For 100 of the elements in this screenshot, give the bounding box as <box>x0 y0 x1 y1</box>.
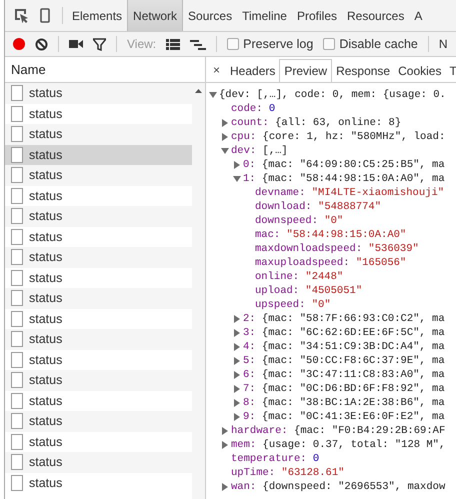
panel-tab[interactable]: A <box>409 0 428 31</box>
expand-icon[interactable] <box>233 329 241 337</box>
json-entry[interactable]: cpu: {core: 1, hz: "580MHz", load: <box>231 130 446 144</box>
json-entry: downspeed: "0" <box>255 214 344 228</box>
json-entry[interactable]: 4: {mac: "34:51:C9:3B:DC:A4", ma <box>243 340 445 354</box>
expand-icon[interactable] <box>233 371 241 379</box>
expand-icon[interactable] <box>221 133 229 141</box>
checkbox-label: Disable cache <box>339 37 418 51</box>
scroll-up-icon[interactable] <box>195 89 202 93</box>
request-row[interactable]: status <box>5 390 192 411</box>
file-icon <box>11 413 23 430</box>
expand-icon[interactable] <box>233 399 241 407</box>
json-entry[interactable]: 8: {mac: "38:BC:1A:2E:38:B6", ma <box>243 396 445 410</box>
checkbox[interactable] <box>227 38 240 50</box>
request-row[interactable]: status <box>5 247 192 268</box>
expand-icon[interactable] <box>233 343 241 351</box>
close-button[interactable]: × <box>206 57 226 82</box>
collapse-icon[interactable] <box>221 147 229 155</box>
json-entry: code: 0 <box>231 102 276 116</box>
file-icon <box>11 372 23 388</box>
camera-icon[interactable] <box>69 39 83 49</box>
json-entry[interactable]: 6: {mac: "3C:47:11:C8:83:A0", ma <box>243 368 445 382</box>
request-row[interactable]: status <box>5 288 192 308</box>
file-icon <box>11 331 23 348</box>
file-icon <box>11 434 23 450</box>
request-row[interactable]: status <box>5 411 192 432</box>
expand-icon[interactable] <box>221 441 229 449</box>
json-entry[interactable]: 3: {mac: "6C:62:6D:EE:6F:5C", ma <box>243 326 445 340</box>
expand-icon[interactable] <box>233 357 241 365</box>
clear-icon[interactable] <box>35 38 48 50</box>
panel-tab[interactable]: Network <box>127 0 184 31</box>
request-row[interactable]: status <box>5 226 192 247</box>
request-row[interactable]: status <box>5 165 192 186</box>
json-entry: download: "54888774" <box>255 200 382 214</box>
file-icon <box>11 310 23 327</box>
json-entry: mac: "58:44:98:15:0A:A0" <box>255 228 406 242</box>
panel-tab[interactable]: Resources <box>342 0 410 31</box>
request-row[interactable]: status <box>5 268 192 288</box>
request-row[interactable]: status <box>5 370 192 390</box>
json-entry[interactable]: mem: {usage: 0.37, total: "128 M", <box>231 438 446 452</box>
request-row[interactable]: status <box>5 452 192 472</box>
collapse-icon[interactable] <box>209 91 217 99</box>
request-row[interactable]: status <box>5 432 192 452</box>
json-entry[interactable]: 7: {mac: "0C:D6:BD:6F:F8:92", ma <box>243 382 445 396</box>
panel-tab[interactable]: Timeline <box>237 0 292 31</box>
json-entry[interactable]: hardware: {mac: "F0:B4:29:2B:69:AF <box>231 424 446 438</box>
checkbox[interactable] <box>323 38 336 50</box>
json-entry[interactable]: 1: {mac: "58:44:98:15:0A:A0", ma <box>243 172 445 186</box>
collapse-icon[interactable] <box>233 175 241 183</box>
waterfall-icon[interactable] <box>190 38 206 50</box>
json-entry: devname: "MI4LTE-xiaomishouji" <box>255 186 444 200</box>
json-entry[interactable]: count: {all: 63, online: 8} <box>231 116 402 130</box>
json-entry: maxdownloadspeed: "536039" <box>255 242 419 256</box>
json-summary[interactable]: {dev: [,…], code: 0, mem: {usage: 0. <box>219 88 446 102</box>
detail-tab[interactable]: Cookies <box>394 59 446 82</box>
json-entry[interactable]: dev: [,…] <box>231 144 288 158</box>
filter-icon[interactable] <box>93 38 106 50</box>
request-row[interactable]: status <box>5 124 192 144</box>
request-row[interactable]: status <box>5 350 192 370</box>
expand-icon[interactable] <box>233 413 241 421</box>
expand-icon[interactable] <box>233 315 241 323</box>
detail-tab[interactable]: Preview <box>279 59 332 82</box>
expand-icon[interactable] <box>221 119 229 127</box>
file-icon <box>11 454 23 470</box>
file-icon <box>11 392 23 409</box>
detail-tab[interactable]: Headers <box>226 59 280 82</box>
json-entry[interactable]: 2: {mac: "58:7F:66:93:C0:C2", ma <box>243 312 445 326</box>
record-icon[interactable] <box>13 38 25 50</box>
expand-icon[interactable] <box>233 161 241 169</box>
request-row[interactable]: status <box>5 144 192 165</box>
request-row[interactable]: status <box>5 186 192 206</box>
toolbar-label: N <box>438 37 448 51</box>
inspect-icon[interactable] <box>14 8 29 23</box>
json-entry[interactable]: 9: {mac: "0C:41:3E:E6:0F:E2", ma <box>243 410 445 424</box>
file-icon <box>11 146 23 163</box>
expand-icon[interactable] <box>233 385 241 393</box>
json-entry[interactable]: 0: {mac: "64:09:80:C5:25:B5", ma <box>243 158 445 172</box>
panel-tab[interactable]: Elements <box>67 0 128 31</box>
request-row[interactable]: status <box>5 83 192 104</box>
detail-tab[interactable]: Response <box>332 59 394 82</box>
file-icon <box>11 290 23 306</box>
file-icon <box>11 474 23 491</box>
json-entry: upload: "4505051" <box>255 284 362 298</box>
request-row[interactable]: status <box>5 104 192 124</box>
request-row[interactable]: status <box>5 472 192 493</box>
json-entry: online: "2448" <box>255 270 344 284</box>
file-icon <box>11 167 23 184</box>
json-entry: temperature: 0 <box>231 452 320 466</box>
list-view-icon[interactable] <box>166 38 180 50</box>
panel-tab[interactable]: Sources <box>183 0 238 31</box>
request-row[interactable]: status <box>5 329 192 350</box>
json-entry[interactable]: 5: {mac: "50:CC:F8:6C:37:9E", ma <box>243 354 445 368</box>
json-entry[interactable]: wan: {downspeed: "2696553", maxdow <box>231 480 446 494</box>
expand-icon[interactable] <box>221 427 229 435</box>
expand-icon[interactable] <box>221 483 229 491</box>
request-row[interactable]: status <box>5 206 192 226</box>
file-icon <box>11 228 23 245</box>
request-row[interactable]: status <box>5 308 192 329</box>
panel-tab[interactable]: Profiles <box>292 0 342 31</box>
device-icon[interactable] <box>40 8 50 23</box>
